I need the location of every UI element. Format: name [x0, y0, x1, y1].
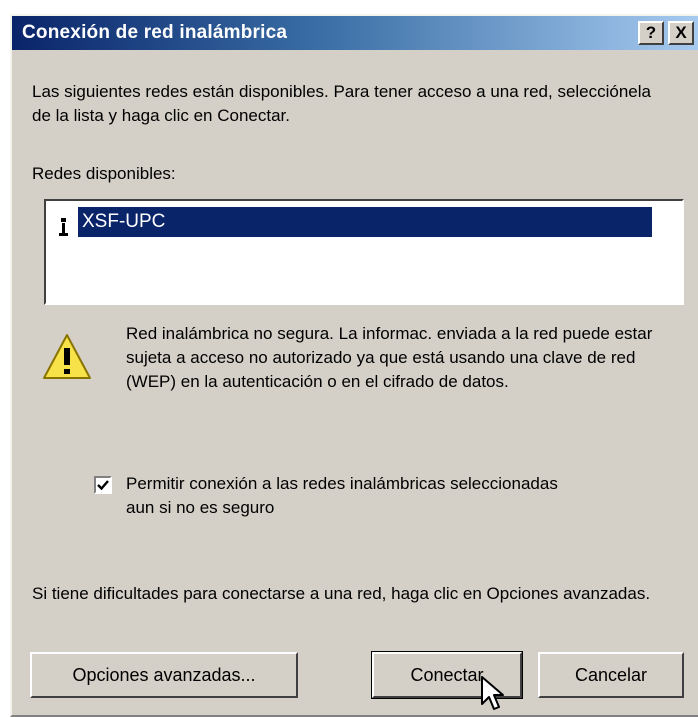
- help-text: Si tiene dificultades para conectarse a …: [32, 584, 651, 603]
- close-button[interactable]: X: [668, 21, 694, 45]
- window-title: Conexión de red inalámbrica: [22, 22, 288, 43]
- antenna-icon: [59, 218, 68, 236]
- networks-list[interactable]: XSF-UPC: [44, 199, 684, 305]
- security-warning-text: Red inalámbrica no segura. La informac. …: [126, 324, 653, 391]
- network-name: XSF-UPC: [78, 207, 652, 237]
- allow-insecure-label[interactable]: Permitir conexión a las redes inalámbric…: [126, 472, 586, 520]
- title-bar[interactable]: Conexión de red inalámbrica ? X: [12, 16, 698, 50]
- intro-text: Las siguientes redes están disponibles. …: [32, 82, 651, 125]
- cancel-button[interactable]: Cancelar: [538, 652, 684, 698]
- help-button[interactable]: ?: [638, 21, 664, 45]
- allow-insecure-checkbox[interactable]: [94, 476, 112, 494]
- checkmark-icon: [97, 480, 109, 491]
- mouse-cursor-icon: [481, 676, 504, 710]
- wireless-connection-dialog: Conexión de red inalámbrica ? X Las sigu…: [10, 14, 698, 717]
- available-networks-label: Redes disponibles:: [32, 164, 176, 183]
- warning-icon: [43, 334, 91, 379]
- advanced-options-button[interactable]: Opciones avanzadas...: [30, 652, 298, 698]
- network-item-xsf-upc[interactable]: XSF-UPC: [52, 207, 652, 239]
